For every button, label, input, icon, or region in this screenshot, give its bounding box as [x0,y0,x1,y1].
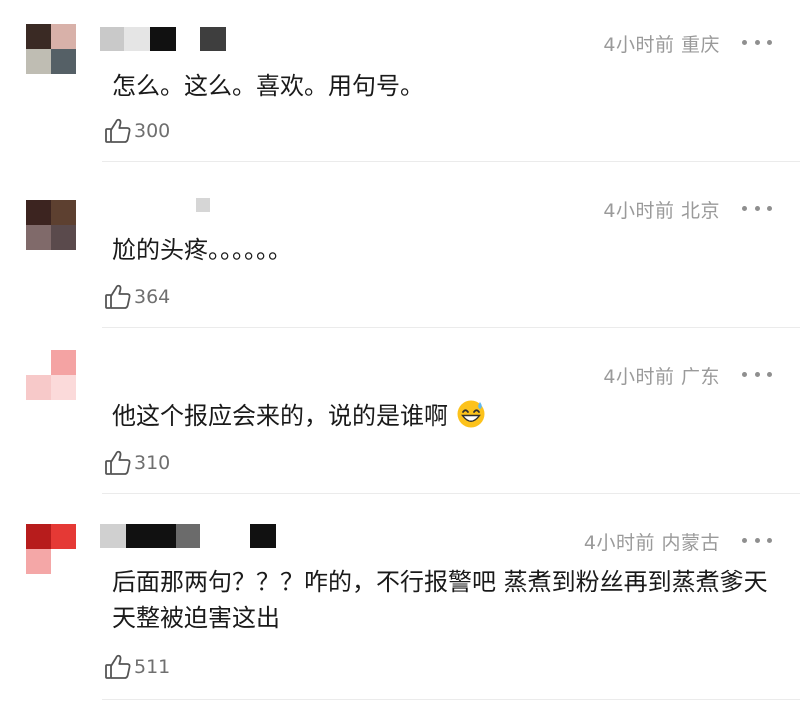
thumbs-up-icon [105,654,131,679]
like-count: 310 [134,452,171,474]
more-dots-icon[interactable] [742,536,772,544]
more-dots-icon[interactable] [742,370,772,378]
comment-meta: 4小时前 重庆 [603,34,720,56]
comment-meta: 4小时前 北京 [603,200,720,222]
thumbs-up-icon [105,118,131,143]
avatar[interactable] [26,524,76,574]
more-dots-icon[interactable] [742,204,772,212]
avatar[interactable] [26,24,76,74]
comment-meta: 4小时前 内蒙古 [583,532,720,554]
like-button[interactable]: 310 [104,448,170,478]
more-dots-icon[interactable] [742,38,772,46]
avatar[interactable] [26,200,76,250]
comment-item: 4小时前 广东 他这个报应会来的，说的是谁啊 310 [0,328,800,494]
comment-item: 4小时前 内蒙古 后面那两句？？？咋的，不行报警吧 蒸煮到粉丝再到蒸煮爹天天整被… [0,494,800,706]
divider [102,699,800,700]
comment-item: 4小时前 重庆 怎么。这么。喜欢。用句号。 300 [0,0,800,162]
like-button[interactable]: 511 [104,652,170,682]
comment-text: 他这个报应会来的，说的是谁啊 [112,398,770,434]
comment-item: 4小时前 北京 尬的头疼。。。。。。 364 [0,162,800,328]
thumbs-up-icon [105,284,131,309]
grinning-sweat-emoji [457,400,485,428]
like-button[interactable]: 300 [104,116,170,146]
like-count: 511 [134,656,171,678]
comment-text: 怎么。这么。喜欢。用句号。 [112,72,424,100]
thumbs-up-icon [105,450,131,475]
like-count: 300 [134,120,171,142]
comment-text: 后面那两句？？？咋的，不行报警吧 蒸煮到粉丝再到蒸煮爹天天整被迫害这出 [112,568,768,632]
username-redacted[interactable] [100,27,230,51]
comment-meta: 4小时前 广东 [603,366,720,388]
avatar[interactable] [26,350,76,400]
like-count: 364 [134,286,171,308]
comment-text: 尬的头疼。。。。。。 [112,236,292,264]
username-redacted[interactable] [100,524,276,548]
comment-text-body: 他这个报应会来的，说的是谁啊 [112,402,448,430]
username-redacted[interactable] [196,198,216,222]
like-button[interactable]: 364 [104,282,170,312]
